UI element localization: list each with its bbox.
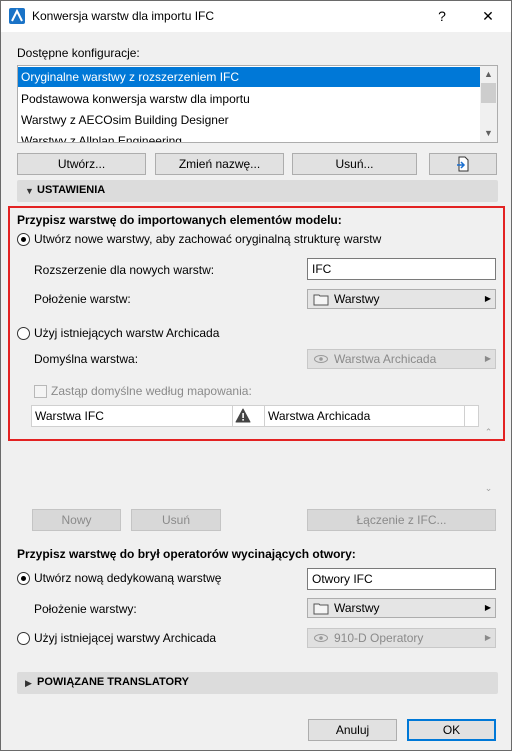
column-header-ifc-layer[interactable]: Warstwa IFC: [35, 406, 104, 426]
opening-operators-heading: Przypisz warstwę do brył operatorów wyci…: [17, 547, 356, 561]
translators-header-label: POWIĄZANE TRANSLATORY: [37, 676, 189, 688]
use-existing-layers-label[interactable]: Użyj istniejących warstw Archicada: [34, 326, 219, 340]
scroll-up-icon[interactable]: ▲: [480, 66, 497, 83]
settings-header-label: USTAWIENIA: [37, 184, 106, 196]
suffix-input[interactable]: IFC: [307, 258, 496, 280]
column-separator: [464, 406, 465, 426]
folder-icon: [313, 603, 329, 615]
layer-location-label: Położenie warstw:: [34, 292, 131, 306]
configs-scrollbar[interactable]: ▲ ▼: [480, 66, 497, 142]
eye-icon: [314, 634, 328, 642]
mapping-table-scrollbar[interactable]: ⌃ ⌄: [480, 405, 497, 501]
connect-ifc-button[interactable]: Łączenie z IFC...: [307, 509, 496, 531]
column-separator: [232, 406, 233, 426]
delete-mapping-button[interactable]: Usuń: [131, 509, 221, 531]
scroll-up-icon[interactable]: ⌃: [480, 427, 497, 439]
cancel-button[interactable]: Anuluj: [308, 719, 397, 741]
configs-label: Dostępne konfiguracje:: [17, 46, 140, 60]
folder-icon: [313, 294, 329, 306]
expand-triangle-icon: ▼: [25, 186, 34, 196]
list-item[interactable]: Warstwy z Allplan Engineering: [18, 131, 481, 142]
archicada-app-icon: [9, 8, 25, 24]
opening-location-label: Położenie warstwy:: [34, 602, 137, 616]
ok-button[interactable]: OK: [407, 719, 496, 741]
create-new-layers-radio[interactable]: [17, 233, 30, 246]
create-config-button[interactable]: Utwórz...: [17, 153, 146, 175]
use-existing-layers-radio[interactable]: [17, 327, 30, 340]
override-default-checkbox[interactable]: [34, 385, 47, 398]
default-layer-label: Domyślna warstwa:: [34, 352, 139, 366]
delete-config-button[interactable]: Usuń...: [292, 153, 417, 175]
title-bar: Konwersja warstw dla importu IFC ? ✕: [1, 1, 511, 32]
layer-location-value: Warstwy: [334, 292, 380, 306]
help-button[interactable]: ?: [419, 1, 465, 32]
model-elements-heading: Przypisz warstwę do importowanych elemen…: [17, 213, 342, 227]
new-mapping-button[interactable]: Nowy: [32, 509, 121, 531]
configs-listbox[interactable]: Oryginalne warstwy z rozszerzeniem IFC P…: [17, 65, 498, 143]
eye-icon: [314, 355, 328, 363]
override-default-label: Zastąp domyślne według mapowania:: [51, 384, 252, 398]
export-config-button[interactable]: [429, 153, 497, 175]
scroll-thumb[interactable]: [481, 83, 496, 103]
translators-section-header[interactable]: ▶ POWIĄZANE TRANSLATORY: [17, 672, 498, 694]
export-file-icon: [457, 156, 469, 172]
create-dedicated-layer-label[interactable]: Utwórz nową dedykowaną warstwę: [34, 571, 221, 585]
column-header-archicada-layer[interactable]: Warstwa Archicada: [268, 406, 370, 426]
dialog-window: Konwersja warstw dla importu IFC ? ✕ Dos…: [0, 0, 512, 751]
popup-arrow-icon: ▶: [484, 354, 491, 363]
popup-arrow-icon: ▶: [484, 603, 491, 612]
existing-opening-layer-popup[interactable]: 910-D Operatory ▶: [307, 628, 496, 648]
default-layer-value: Warstwa Archicada: [334, 352, 437, 366]
create-dedicated-layer-radio[interactable]: [17, 572, 30, 585]
window-title: Konwersja warstw dla importu IFC: [32, 9, 215, 23]
popup-arrow-icon: ▶: [484, 633, 491, 642]
column-separator: [264, 406, 265, 426]
suffix-label: Rozszerzenie dla nowych warstw:: [34, 263, 215, 277]
collapsed-triangle-icon: ▶: [25, 678, 32, 688]
dedicated-layer-input[interactable]: Otwory IFC: [307, 568, 496, 590]
mapping-table[interactable]: Warstwa IFC Warstwa Archicada: [31, 405, 479, 427]
layer-location-popup[interactable]: Warstwy ▶: [307, 289, 496, 309]
opening-location-value: Warstwy: [334, 601, 380, 615]
scroll-down-icon[interactable]: ▼: [480, 125, 497, 142]
list-item[interactable]: Warstwy z AECOsim Building Designer: [18, 110, 481, 130]
create-new-layers-label[interactable]: Utwórz nowe warstwy, aby zachować orygin…: [34, 232, 381, 246]
warning-icon: [235, 408, 251, 428]
scroll-down-icon[interactable]: ⌄: [480, 483, 497, 495]
rename-config-button[interactable]: Zmień nazwę...: [155, 153, 284, 175]
use-existing-layer-label[interactable]: Użyj istniejącej warstwy Archicada: [34, 631, 216, 645]
default-layer-popup[interactable]: Warstwa Archicada ▶: [307, 349, 496, 369]
settings-section-header[interactable]: ▼ USTAWIENIA: [17, 180, 498, 202]
opening-location-popup[interactable]: Warstwy ▶: [307, 598, 496, 618]
list-item[interactable]: Podstawowa konwersja warstw dla importu: [18, 89, 481, 109]
close-button[interactable]: ✕: [465, 1, 511, 32]
popup-arrow-icon: ▶: [484, 294, 491, 303]
existing-opening-layer-value: 910-D Operatory: [334, 631, 424, 645]
use-existing-layer-radio[interactable]: [17, 632, 30, 645]
list-item[interactable]: Oryginalne warstwy z rozszerzeniem IFC: [18, 67, 481, 87]
